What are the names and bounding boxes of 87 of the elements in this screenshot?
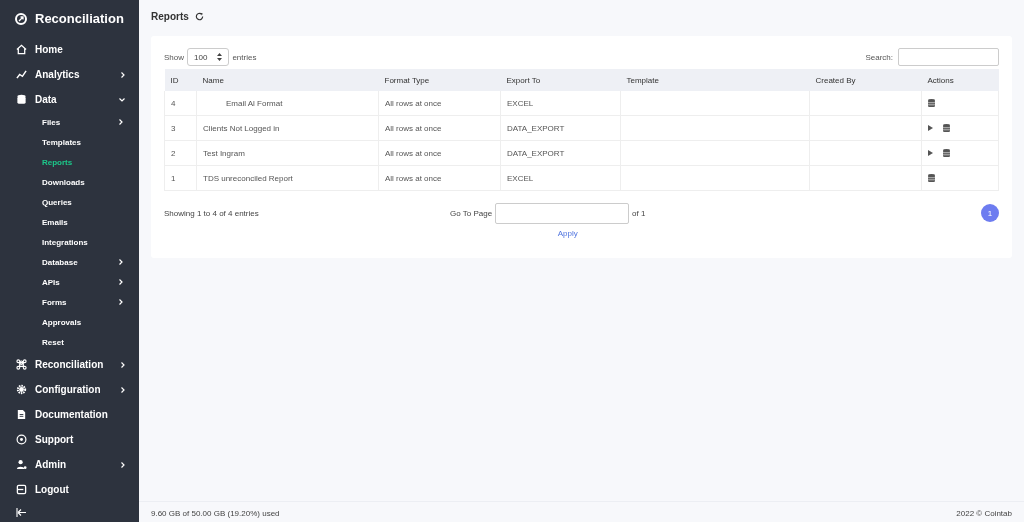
database-icon[interactable] — [928, 99, 935, 107]
refresh-icon[interactable] — [194, 11, 204, 21]
table-cell: 3 — [164, 115, 197, 141]
nav-item[interactable]: Home — [0, 37, 139, 62]
page-title: Reports — [151, 10, 189, 22]
document-icon — [16, 409, 27, 420]
nav-item[interactable]: Logout — [0, 477, 139, 502]
nav-subitem[interactable]: Downloads — [0, 172, 139, 192]
column-header: ID — [164, 69, 197, 91]
command-icon — [16, 359, 27, 370]
table-cell: All rows at once — [378, 140, 501, 166]
column-header: Created By — [809, 69, 922, 91]
nav-subitem[interactable]: Emails — [0, 212, 139, 232]
apply-link[interactable]: Apply — [557, 229, 578, 238]
chevron-right-icon — [119, 279, 123, 285]
page-size-select[interactable]: 100 — [187, 48, 230, 66]
chevron-right-icon — [121, 386, 125, 393]
chevron-down-icon — [119, 97, 125, 102]
nav-item[interactable]: Reconciliation — [0, 352, 139, 377]
column-header: Name — [196, 69, 379, 91]
nav-item[interactable]: Admin — [0, 452, 139, 477]
table-cell: EXCEL — [500, 91, 621, 116]
table-cell: EXCEL — [500, 165, 621, 191]
play-icon[interactable] — [928, 150, 933, 156]
column-header: Format Type — [378, 69, 501, 91]
collapse-sidebar-icon[interactable] — [16, 508, 26, 517]
help-icon — [16, 434, 27, 445]
user-icon — [16, 459, 27, 470]
brand-title: Reconciliation — [35, 11, 124, 26]
nav-subitem[interactable]: Approvals — [0, 312, 139, 332]
home-icon — [16, 44, 27, 55]
nav-item[interactable]: Support — [0, 427, 139, 452]
table-cell: TDS unreconciled Report — [196, 165, 379, 191]
table-cell: Email Al Format — [196, 91, 379, 116]
nav-item[interactable]: Data — [0, 87, 139, 112]
search-label: Search: — [865, 52, 893, 62]
chevron-right-icon — [121, 71, 125, 78]
database-icon[interactable] — [943, 149, 950, 157]
copyright: 2022 © Cointab — [956, 509, 1012, 518]
nav-subitem[interactable]: Templates — [0, 132, 139, 152]
column-header: Export To — [500, 69, 621, 91]
table-cell: All rows at once — [378, 115, 501, 141]
nav-subitem[interactable]: Queries — [0, 192, 139, 212]
page-button[interactable]: 1 — [981, 204, 999, 222]
table-cell: Clients Not Logged in — [196, 115, 379, 141]
table-cell: Test Ingram — [196, 140, 379, 166]
sort-arrows-icon — [217, 53, 223, 61]
chevron-right-icon — [121, 361, 125, 368]
database-icon — [16, 94, 27, 105]
column-header: Actions — [921, 69, 999, 91]
table-cell: All rows at once — [378, 91, 501, 116]
nav-subitem[interactable]: Reset — [0, 332, 139, 352]
table-cell: 2 — [164, 140, 197, 166]
nav-subitem[interactable]: Files — [0, 112, 139, 132]
logo-icon — [15, 12, 27, 25]
database-icon[interactable] — [943, 124, 950, 132]
chevron-right-icon — [119, 119, 123, 125]
play-icon[interactable] — [928, 125, 933, 131]
search-field[interactable] — [898, 48, 999, 66]
table-cell: 4 — [164, 91, 197, 116]
nav-subitem[interactable]: Database — [0, 252, 139, 272]
storage-usage: 9.60 GB of 50.00 GB (19.20%) used — [151, 509, 280, 518]
column-header: Template — [620, 69, 810, 91]
entries-info: Showing 1 to 4 of 4 entries — [164, 209, 260, 218]
chevron-right-icon — [121, 461, 125, 468]
chart-icon — [16, 69, 27, 80]
table-cell: 1 — [164, 165, 197, 191]
chevron-right-icon — [119, 259, 123, 265]
nav-item[interactable]: Analytics — [0, 62, 139, 87]
nav-item[interactable]: Documentation — [0, 402, 139, 427]
table-cell: All rows at once — [378, 165, 501, 191]
nav-subitem[interactable]: APIs — [0, 272, 139, 292]
logout-icon — [16, 484, 27, 495]
nav-subitem[interactable]: Integrations — [0, 232, 139, 252]
page-number-field[interactable] — [495, 203, 630, 224]
nav-subitem[interactable]: Forms — [0, 292, 139, 312]
page-count: of 1 — [632, 209, 646, 218]
database-icon[interactable] — [928, 174, 935, 182]
table-cell: DATA_EXPORT — [500, 115, 621, 141]
entries-label: entries — [232, 52, 257, 62]
show-label: Show — [164, 52, 184, 62]
chevron-right-icon — [119, 299, 123, 305]
table-cell: DATA_EXPORT — [500, 140, 621, 166]
nav-item[interactable]: Configuration — [0, 377, 139, 402]
go-to-page-label: Go To Page — [450, 209, 493, 218]
nav-subitem[interactable]: Reports — [0, 152, 139, 172]
gear-icon — [16, 384, 27, 395]
